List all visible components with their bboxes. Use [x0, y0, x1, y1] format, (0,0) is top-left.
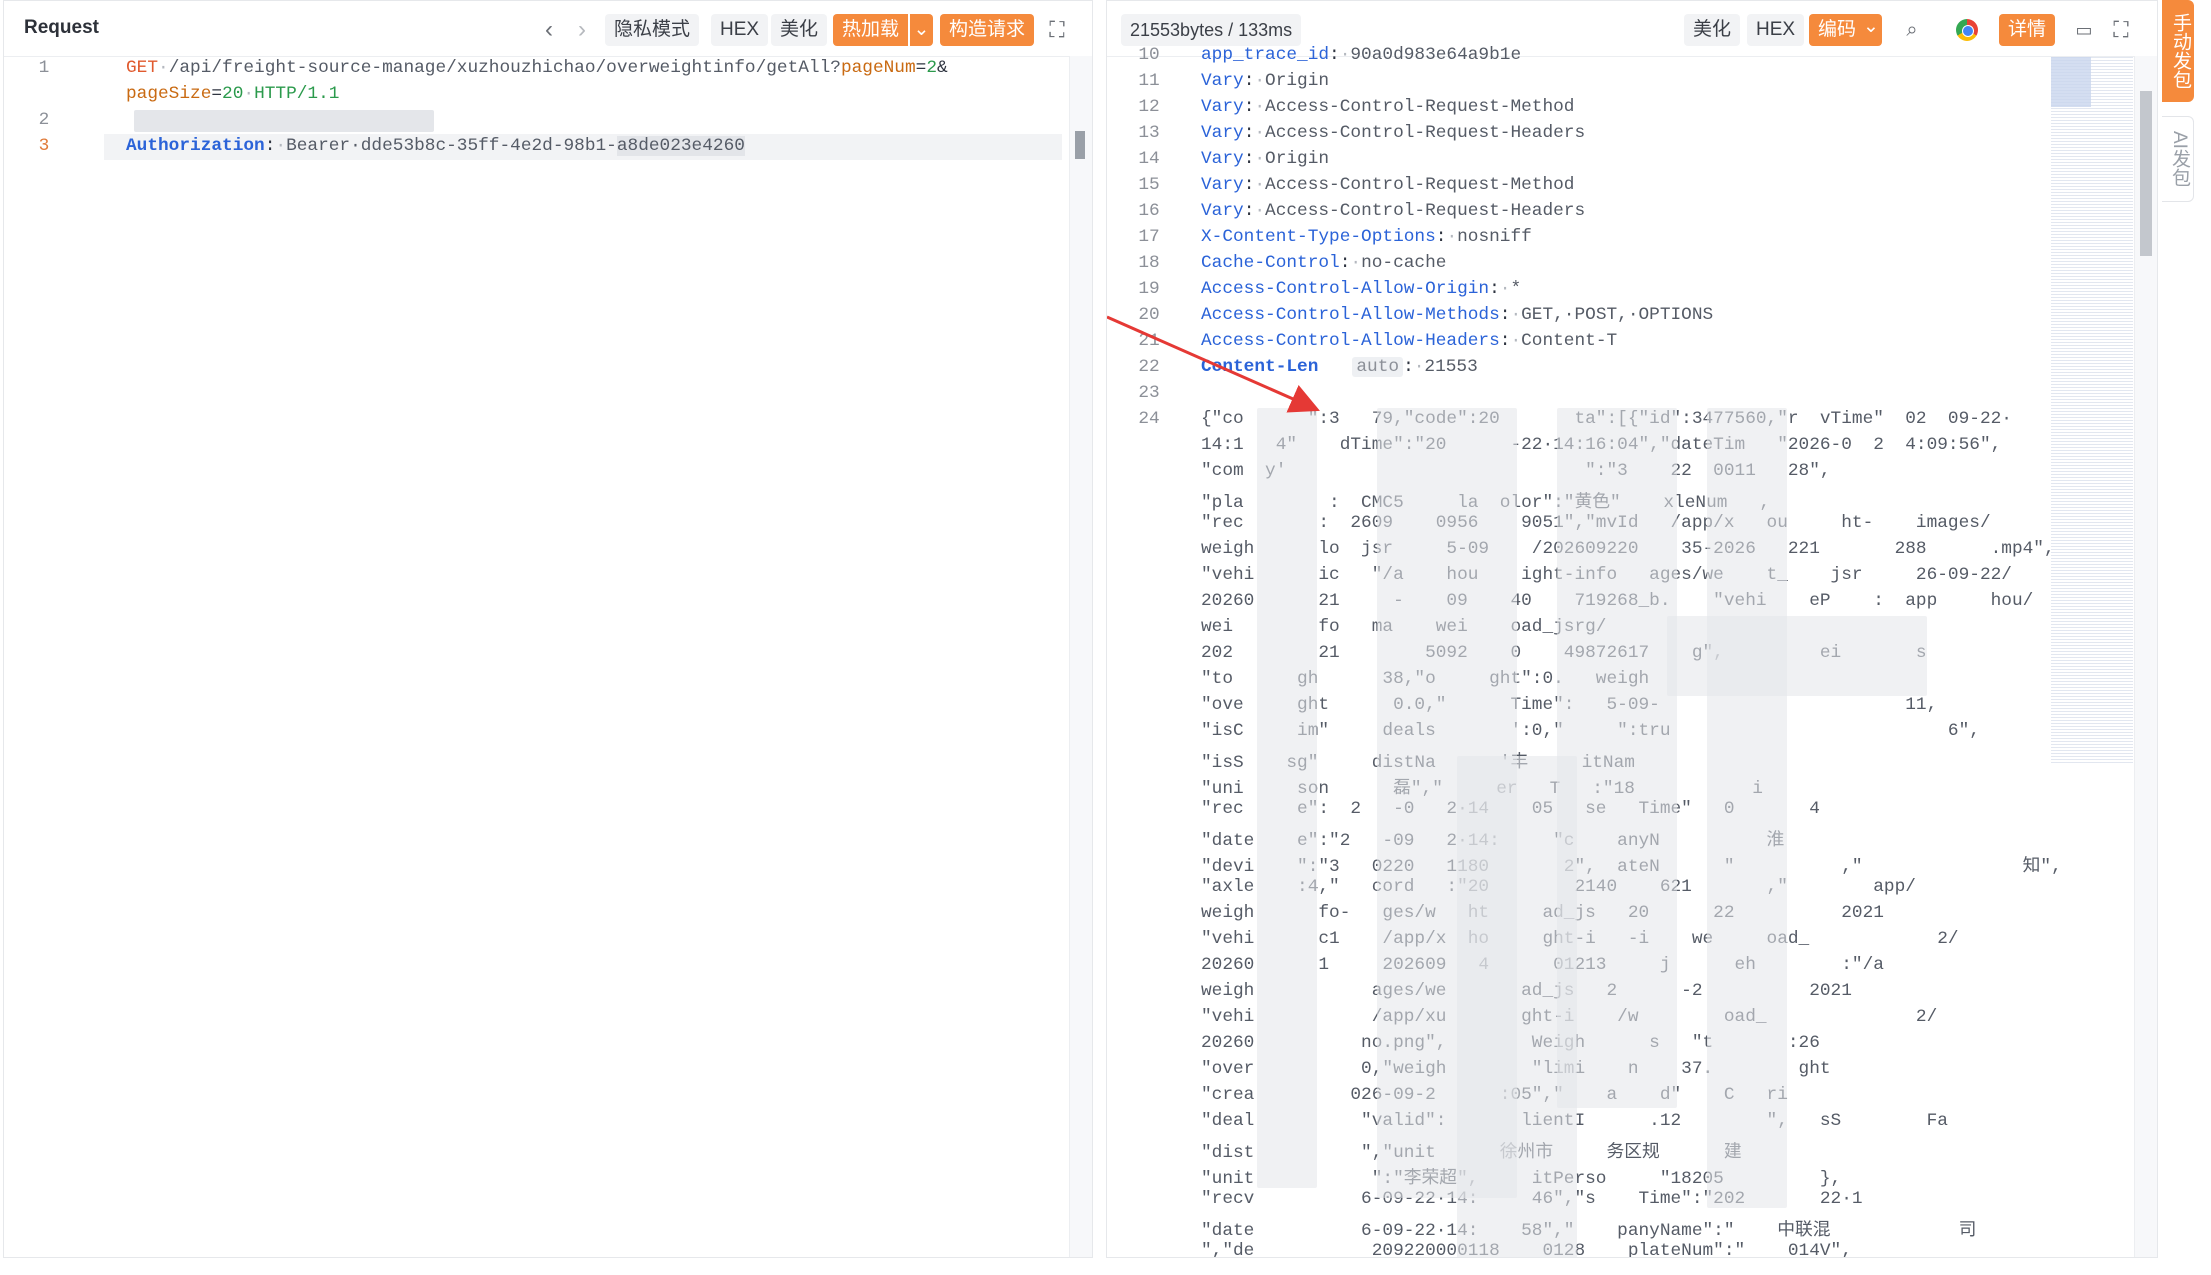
header-value: GET,·POST,·OPTIONS — [1521, 305, 1714, 325]
line-number: 10 — [1138, 45, 1160, 65]
param-value: 20 — [222, 84, 244, 104]
beautify-button[interactable]: 美化 — [771, 14, 828, 46]
response-panel: 21553bytes / 133ms 美化 HEX 编码 ⌄ ⌕ 详情 ▭ ⛶ … — [1106, 0, 2158, 1258]
line-number: 17 — [1138, 227, 1160, 247]
scrollbar-thumb[interactable] — [2140, 91, 2152, 256]
comment-icon[interactable]: ▭ — [2069, 15, 2099, 45]
ai-send-tab[interactable]: AI发包 — [2162, 116, 2194, 202]
header-key: Vary — [1201, 175, 1244, 195]
header-key: Cache-Control — [1201, 253, 1340, 273]
header-key: Vary — [1201, 71, 1244, 91]
scrollbar-thumb[interactable] — [1075, 131, 1085, 159]
request-editor[interactable]: 1 GET·/api/freight-source-manage/xuzhouz… — [4, 56, 1092, 1257]
request-title: Request — [24, 17, 99, 38]
search-icon[interactable]: ⌕ — [1897, 15, 1927, 45]
hex-button[interactable]: HEX — [1747, 14, 1805, 46]
request-toolbar: Request ‹ › 隐私模式 HEX 美化 热加载 ⌄ 构造请求 ⛶ — [4, 1, 1092, 57]
right-sidebar: 手动发包 AI发包 — [2158, 0, 2198, 1258]
response-body-line: "date 6-09-22·14: 58"," panyName":" 中联混 … — [1201, 1221, 1977, 1241]
auto-hint: auto — [1352, 357, 1404, 377]
chevron-left-icon[interactable]: ‹ — [534, 15, 564, 45]
chrome-icon[interactable] — [1956, 19, 1978, 41]
manual-send-tab[interactable]: 手动发包 — [2162, 0, 2194, 102]
header-value: Origin — [1265, 149, 1330, 169]
request-path: /api/freight-source-manage/xuzhouzhichao… — [168, 58, 841, 78]
response-header-line: Vary:·Access-Control-Request-Headers — [1201, 201, 1586, 221]
header-key: Vary — [1201, 149, 1244, 169]
response-header-line: X-Content-Type-Options:·nosniff — [1201, 227, 1532, 247]
header-value: Content-T — [1521, 331, 1618, 351]
request-line: pageSize=20·HTTP/1.1 — [126, 84, 340, 104]
selected-text: a8de023e4260 — [616, 136, 745, 156]
response-header-line: Cache-Control:·no-cache — [1201, 253, 1447, 273]
line-number: 15 — [1138, 175, 1160, 195]
response-editor[interactable]: 10 app_trace_id:·90a0d983e64a9b1e 11 Vary:·… — [1107, 45, 2157, 1257]
response-scrollbar[interactable] — [2134, 56, 2157, 1257]
http-protocol: HTTP/1.1 — [254, 84, 340, 104]
header-value: Origin — [1265, 71, 1330, 91]
line-number: 13 — [1138, 123, 1160, 143]
request-scrollbar[interactable] — [1069, 56, 1092, 1257]
build-request-button[interactable]: 构造请求 — [940, 14, 1035, 46]
line-number: 12 — [1138, 97, 1160, 117]
http-method: GET — [126, 58, 159, 78]
chevron-right-icon[interactable]: › — [567, 15, 597, 45]
header-value: Access-Control-Request-Method — [1265, 97, 1575, 117]
header-value: 21553 — [1424, 357, 1478, 377]
fullscreen-icon[interactable]: ⛶ — [1042, 15, 1072, 45]
header-key: Access-Control-Allow-Origin — [1201, 279, 1490, 299]
line-number: 11 — [1138, 71, 1160, 91]
line-number: 19 — [1138, 279, 1160, 299]
request-panel: Request ‹ › 隐私模式 HEX 美化 热加载 ⌄ 构造请求 ⛶ 1 G… — [3, 0, 1093, 1258]
line-number: 2 — [38, 110, 50, 130]
response-header-line: Vary:·Access-Control-Request-Method — [1201, 175, 1575, 195]
header-key: Authorization — [126, 136, 265, 156]
header-key: Vary — [1201, 97, 1244, 117]
header-value: nosniff — [1457, 227, 1532, 247]
header-key: Vary — [1201, 201, 1244, 221]
header-key: X-Content-Type-Options — [1201, 227, 1436, 247]
hotload-button[interactable]: 热加载 — [833, 14, 909, 46]
header-value: 90a0d983e64a9b1e — [1350, 45, 1522, 65]
response-header-line: Vary:·Origin — [1201, 71, 1330, 91]
header-value: Access-Control-Request-Method — [1265, 175, 1575, 195]
param-name: pageNum — [840, 58, 916, 78]
response-header-line: Vary:·Access-Control-Request-Method — [1201, 97, 1575, 117]
param-name: pageSize — [126, 84, 212, 104]
fullscreen-icon[interactable]: ⛶ — [2106, 15, 2136, 45]
line-number: 3 — [38, 136, 50, 156]
header-value: Access-Control-Request-Headers — [1265, 201, 1586, 221]
chevron-down-icon[interactable]: ⌄ — [909, 14, 933, 46]
chevron-down-icon: ⌄ — [1863, 16, 1879, 37]
code-minimap[interactable] — [2051, 57, 2133, 765]
redacted-header — [134, 110, 434, 132]
header-value: * — [1510, 279, 1522, 299]
red-arrow-annotation — [1107, 315, 1320, 413]
privacy-mode-button[interactable]: 隐私模式 — [605, 14, 700, 46]
response-header-line: Vary:·Access-Control-Request-Headers — [1201, 123, 1586, 143]
header-value: no-cache — [1361, 253, 1447, 273]
redaction-mosaic — [1707, 408, 1787, 1208]
line-number: 18 — [1138, 253, 1160, 273]
header-value: Access-Control-Request-Headers — [1265, 123, 1586, 143]
request-line: GET·/api/freight-source-manage/xuzhouzhi… — [126, 58, 948, 78]
header-key: app_trace_id — [1201, 45, 1330, 65]
redaction-mosaic — [1257, 408, 1317, 1188]
line-number: 16 — [1138, 201, 1160, 221]
request-line: Authorization:·Bearer·dde53b8c-35ff-4e2d… — [126, 136, 745, 156]
param-value: 2 — [926, 58, 937, 78]
response-header-line: Access-Control-Allow-Origin:·* — [1201, 279, 1522, 299]
response-header-line: Vary:·Origin — [1201, 149, 1330, 169]
redaction-mosaic — [1457, 756, 1577, 1257]
line-number: 1 — [38, 58, 50, 78]
response-header-line: app_trace_id:·90a0d983e64a9b1e — [1201, 45, 1522, 65]
beautify-button[interactable]: 美化 — [1684, 14, 1741, 46]
header-key: Vary — [1201, 123, 1244, 143]
response-stats: 21553bytes / 133ms — [1121, 14, 1302, 46]
redaction-mosaic — [1667, 616, 1927, 696]
line-number: 14 — [1138, 149, 1160, 169]
hex-button[interactable]: HEX — [711, 14, 769, 46]
header-value: Bearer·dde53b8c-35ff-4e2d-98b1- — [286, 136, 617, 156]
details-button[interactable]: 详情 — [1999, 14, 2056, 46]
